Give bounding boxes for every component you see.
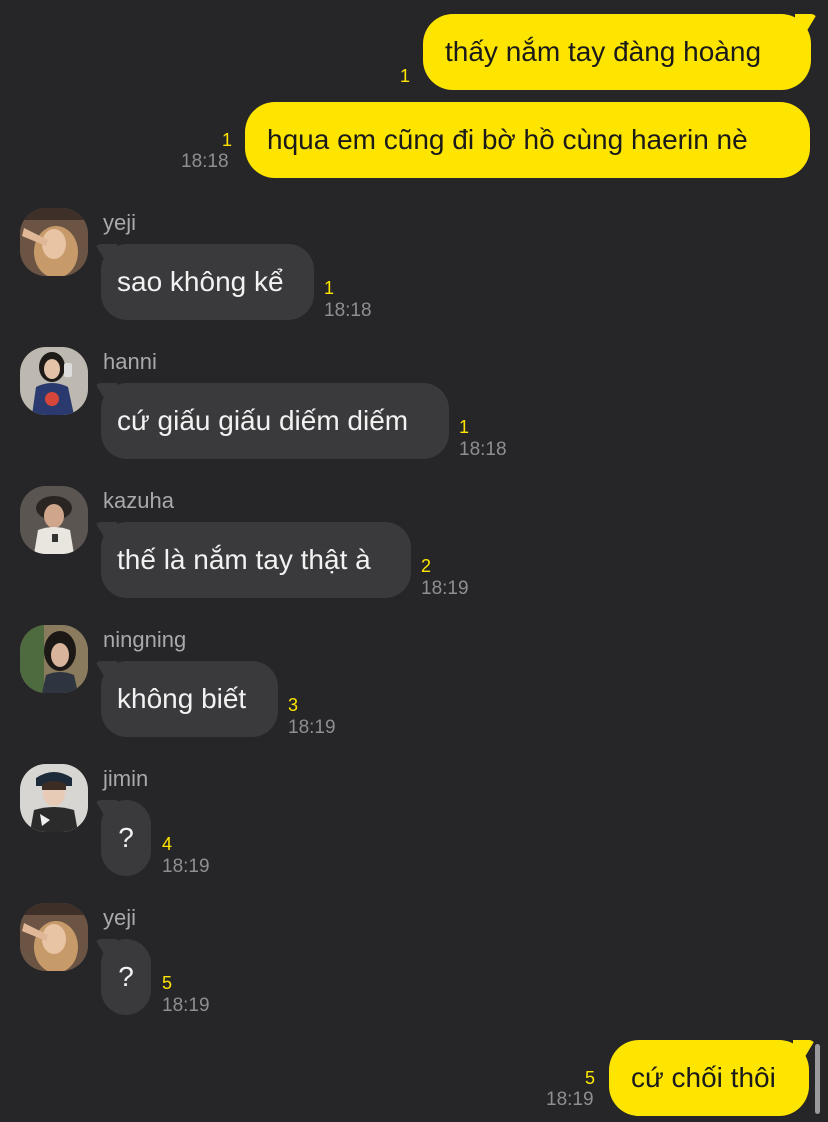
avatar-photo (20, 486, 88, 554)
message-timestamp: 18:18 (324, 300, 372, 321)
avatar-photo (20, 625, 88, 693)
message-text: không biết (117, 683, 247, 714)
avatar-ningning[interactable] (20, 625, 88, 693)
outgoing-message-bubble[interactable]: thấy nắm tay đàng hoàng (423, 14, 811, 90)
unread-count: 3 (288, 695, 299, 715)
message-text: thấy nắm tay đàng hoàng (445, 36, 762, 67)
avatar-kazuha[interactable] (20, 486, 88, 554)
incoming-message-bubble[interactable]: ? (101, 800, 151, 876)
avatar-hanni[interactable] (20, 347, 88, 415)
incoming-message-bubble[interactable]: thế là nắm tay thật à (101, 522, 411, 598)
avatar-photo (20, 764, 88, 832)
avatar-yeji[interactable] (20, 208, 88, 276)
message-timestamp: 18:19 (288, 717, 336, 738)
message-timestamp: 18:19 (162, 995, 210, 1016)
unread-count: 5 (585, 1068, 596, 1088)
unread-count: 2 (421, 556, 432, 576)
unread-count: 1 (222, 130, 233, 150)
unread-count: 1 (459, 417, 470, 437)
message-text: cứ chối thôi (631, 1062, 776, 1093)
sender-name: yeji (103, 905, 137, 930)
message-timestamp: 18:18 (181, 151, 229, 172)
unread-count: 4 (162, 834, 173, 854)
message-timestamp: 18:19 (162, 856, 210, 877)
sender-name: hanni (103, 349, 157, 374)
sender-name: kazuha (103, 488, 174, 513)
message-text: cứ giấu giấu diếm diếm (117, 405, 409, 436)
chat-room[interactable]: 1 thấy nắm tay đàng hoàng 1 18:18 hqua e… (0, 0, 828, 1122)
incoming-message-bubble[interactable]: không biết (101, 661, 278, 737)
message-timestamp: 18:18 (459, 439, 507, 460)
avatar-photo (20, 208, 88, 276)
message-timestamp: 18:19 (421, 578, 469, 599)
unread-count: 1 (324, 278, 335, 298)
scrollbar[interactable] (815, 1044, 820, 1114)
message-text: sao không kể (117, 266, 284, 297)
sender-name: yeji (103, 210, 137, 235)
avatar-photo (20, 347, 88, 415)
avatar-jimin[interactable] (20, 764, 88, 832)
incoming-message-bubble[interactable]: cứ giấu giấu diếm diếm (101, 383, 449, 459)
message-text: thế là nắm tay thật à (117, 544, 371, 575)
sender-name: jimin (103, 766, 149, 791)
message-text: ? (118, 822, 134, 853)
avatar-photo (20, 903, 88, 971)
unread-count: 5 (162, 973, 173, 993)
outgoing-message-bubble[interactable]: hqua em cũng đi bờ hồ cùng haerin nè (245, 102, 810, 178)
message-text: ? (118, 961, 134, 992)
sender-name: ningning (103, 627, 187, 652)
outgoing-message-bubble[interactable]: cứ chối thôi (609, 1040, 809, 1116)
avatar-yeji[interactable] (20, 903, 88, 971)
unread-count: 1 (400, 66, 411, 86)
message-timestamp: 18:19 (546, 1089, 594, 1110)
incoming-message-bubble[interactable]: sao không kể (101, 244, 314, 320)
message-text: hqua em cũng đi bờ hồ cùng haerin nè (267, 124, 748, 155)
incoming-message-bubble[interactable]: ? (101, 939, 151, 1015)
